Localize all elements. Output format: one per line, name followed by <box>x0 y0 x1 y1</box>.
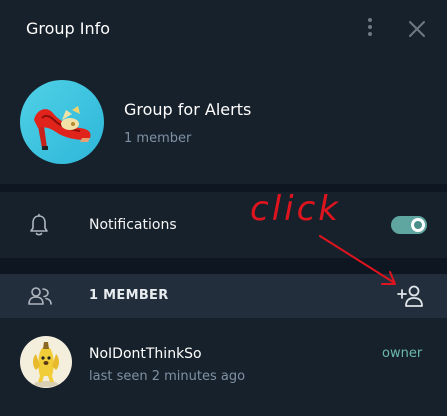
group-avatar[interactable] <box>20 80 104 164</box>
close-icon[interactable] <box>406 18 428 40</box>
member-role-badge: owner <box>382 346 423 361</box>
people-icon <box>27 286 53 306</box>
section-divider <box>0 184 447 192</box>
bell-icon <box>28 213 50 237</box>
group-name: Group for Alerts <box>124 100 252 119</box>
notifications-label: Notifications <box>89 217 177 233</box>
banana-avatar[interactable] <box>20 336 72 388</box>
more-vertical-icon[interactable] <box>364 18 376 40</box>
panel-title: Group Info <box>26 19 111 38</box>
members-count-label: 1 MEMBER <box>89 288 169 303</box>
group-member-count: 1 member <box>124 131 192 146</box>
toggle-knob <box>411 218 425 232</box>
member-last-seen: last seen 2 minutes ago <box>89 369 246 384</box>
list-item[interactable]: NoIDontThinkSo last seen 2 minutes ago o… <box>0 326 447 402</box>
panel-header: Group Info <box>0 0 447 60</box>
section-divider <box>0 258 447 274</box>
add-member-icon[interactable] <box>397 284 425 308</box>
group-profile: Group for Alerts 1 member <box>0 60 447 184</box>
notifications-toggle[interactable] <box>391 216 427 234</box>
member-name: NoIDontThinkSo <box>89 346 202 362</box>
high-heel-shoe-icon <box>34 106 91 150</box>
banana-icon <box>33 342 59 387</box>
notifications-row[interactable]: Notifications <box>0 192 447 258</box>
members-section-header: 1 MEMBER <box>0 274 447 318</box>
